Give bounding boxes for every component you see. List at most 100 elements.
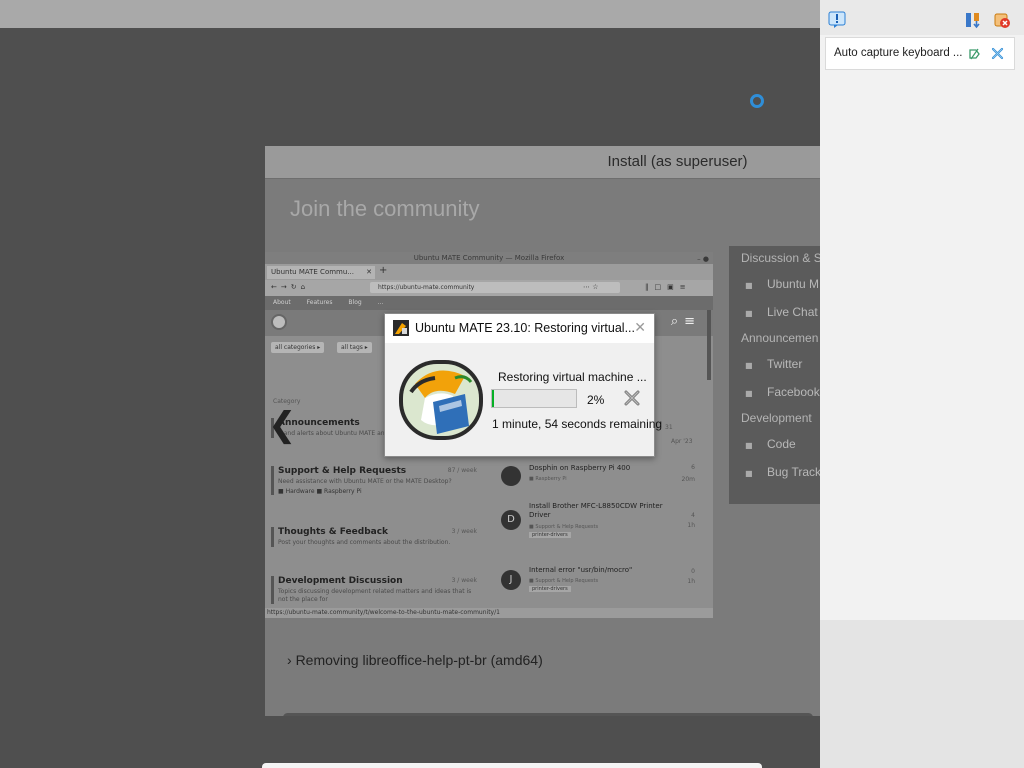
restore-progress-bar — [491, 389, 577, 408]
bullet-icon: ■ — [745, 281, 753, 290]
topic-tag: printer-drivers — [529, 586, 571, 592]
dialog-titlebar[interactable]: Ubuntu MATE 23.10: Restoring virtual... … — [385, 314, 654, 343]
topic-row: J Internal error "usr/bin/mocro" ■ Suppo… — [501, 566, 701, 600]
close-all-icon[interactable] — [993, 11, 1011, 29]
category-name: Development Discussion — [278, 576, 403, 586]
browser-tab-label: Ubuntu MATE Commu... — [271, 268, 354, 276]
slide-previous-button[interactable]: ❮ — [268, 408, 297, 442]
cancel-icon[interactable] — [623, 389, 641, 407]
dismiss-icon[interactable] — [991, 47, 1004, 60]
tasks-icon[interactable] — [964, 11, 982, 29]
topic-ago: 1h — [687, 522, 695, 529]
community-link: Twitter — [767, 357, 803, 371]
topic-ago: 1h — [687, 578, 695, 585]
install-progress-bar — [283, 713, 813, 716]
avatar: J — [501, 570, 521, 590]
category-row: Support & Help Requests 87 / week Need a… — [271, 466, 481, 495]
avatar — [501, 466, 521, 486]
community-section-title: Announcemen — [741, 331, 819, 345]
search-menu-icons: ⌕≡ — [670, 314, 701, 329]
site-nav-item: About — [273, 299, 291, 306]
installer-titlebar[interactable]: Install (as superuser) — [265, 146, 820, 179]
community-section-title: Discussion & S — [741, 251, 820, 265]
chevron-right-icon: › — [287, 652, 296, 668]
virtualbox-app-icon — [393, 320, 409, 336]
restore-dialog[interactable]: Ubuntu MATE 23.10: Restoring virtual... … — [384, 313, 662, 457]
topic-row: D Install Brother MFC-L8850CDW Printer D… — [501, 502, 701, 542]
community-links-panel: Discussion & S ■ Ubuntu M ■ Live Chat An… — [729, 246, 820, 504]
site-nav-item: Features — [306, 299, 333, 306]
site-nav-item: ... — [377, 299, 384, 306]
notification-panel-lower — [820, 620, 1024, 768]
ubuntu-mate-logo-icon — [271, 314, 287, 330]
nav-buttons-icon: ←→↻⌂ — [271, 283, 310, 291]
slide-heading: Join the community — [290, 196, 480, 221]
new-tab-icon: + — [379, 265, 388, 276]
avatar: D — [501, 510, 521, 530]
toolbar-icons: ‖□▣≡ — [645, 283, 692, 291]
browser-tab: Ubuntu MATE Commu... ✕ — [267, 266, 375, 279]
url-actions-icon: ⋯ ☆ — [583, 283, 599, 291]
community-link: Facebook — [767, 385, 820, 399]
filter-categories: all categories ▸ — [271, 342, 325, 353]
topic-ago: Apr '23 — [671, 438, 693, 445]
notification-item[interactable]: Auto capture keyboard ... — [825, 37, 1015, 70]
bottom-panel-edge — [262, 763, 762, 768]
category-desc: Topics discussing development related ma… — [278, 588, 472, 603]
host-top-bar — [0, 0, 820, 28]
category-desc: Post your thoughts and comments about th… — [278, 539, 451, 546]
category-count: 3 / week — [451, 577, 477, 584]
filter-tags: all tags ▸ — [337, 342, 372, 353]
dialog-title: Ubuntu MATE 23.10: Restoring virtual... — [415, 321, 636, 335]
community-link: Live Chat — [767, 305, 818, 319]
topic-ago: 20m — [681, 476, 695, 483]
site-nav-item: Blog — [348, 299, 362, 306]
site-nav: About Features Blog ... — [265, 296, 713, 310]
info-icon[interactable] — [828, 11, 846, 29]
bullet-icon: ■ — [745, 361, 753, 370]
topic-tag: printer-drivers — [529, 532, 571, 538]
category-count: 87 / week — [447, 467, 477, 474]
category-tags: ■ Hardware ■ Raspberry Pi — [278, 488, 362, 495]
community-link: Code — [767, 437, 796, 451]
topic-meta: ■ Support & Help Requests — [529, 524, 599, 530]
browser-tabs: Ubuntu MATE Commu... ✕ + — [265, 264, 713, 280]
bullet-icon: ■ — [745, 309, 753, 318]
browser-status-url: https://ubuntu-mate.community/t/welcome-… — [265, 608, 713, 618]
category-desc: Need assistance with Ubuntu MATE or the … — [278, 478, 452, 485]
category-count: 3 / week — [451, 528, 477, 535]
notification-text: Auto capture keyboard ... — [834, 47, 963, 59]
restore-progress-fill — [492, 390, 494, 407]
community-link: Ubuntu M — [767, 277, 820, 291]
install-progress-label: › Removing libreoffice-help-pt-br (amd64… — [287, 652, 543, 668]
community-link: Bug Track — [767, 465, 820, 479]
topic-meta: ■ Raspberry Pi — [529, 476, 567, 482]
bullet-icon: ■ — [745, 469, 753, 478]
category-name: Thoughts & Feedback — [278, 527, 389, 537]
browser-url: https://ubuntu-mate.community — [378, 284, 475, 291]
topic-count: 0 — [691, 568, 695, 575]
browser-window-title: Ubuntu MATE Community — Mozilla Firefox — [413, 254, 565, 262]
browser-titlebar: Ubuntu MATE Community — Mozilla Firefox … — [265, 252, 713, 264]
topic-count: 31 — [665, 424, 673, 431]
dialog-status-text: Restoring virtual machine ... — [498, 370, 647, 384]
busy-cursor-icon — [750, 94, 764, 108]
browser-scrollbar — [707, 310, 711, 380]
time-remaining-text: 1 minute, 54 seconds remaining — [492, 417, 663, 431]
category-row: Development Discussion 3 / week Topics d… — [271, 576, 481, 604]
topic-title: Dosphin on Raspberry Pi 400 — [529, 464, 631, 472]
community-section-title: Development — [741, 411, 812, 425]
topic-count: 6 — [691, 464, 695, 471]
pin-icon[interactable] — [968, 47, 981, 60]
install-progress-text: Removing libreoffice-help-pt-br (amd64) — [295, 652, 543, 668]
close-icon[interactable]: ✕ — [634, 319, 646, 336]
category-row: Thoughts & Feedback 3 / week Post your t… — [271, 527, 481, 547]
column-header: Category — [273, 398, 301, 405]
browser-navbar: ←→↻⌂ https://ubuntu-mate.community ⋯ ☆ ‖… — [265, 280, 713, 296]
installer-title: Install (as superuser) — [607, 153, 748, 170]
topic-title: Install Brother MFC-L8850CDW Printer Dri… — [529, 502, 663, 519]
topic-row: Dosphin on Raspberry Pi 400 ■ Raspberry … — [501, 464, 701, 490]
restore-progress-percent: 2% — [587, 393, 605, 407]
topic-count: 4 — [691, 512, 695, 519]
bullet-icon: ■ — [745, 389, 753, 398]
